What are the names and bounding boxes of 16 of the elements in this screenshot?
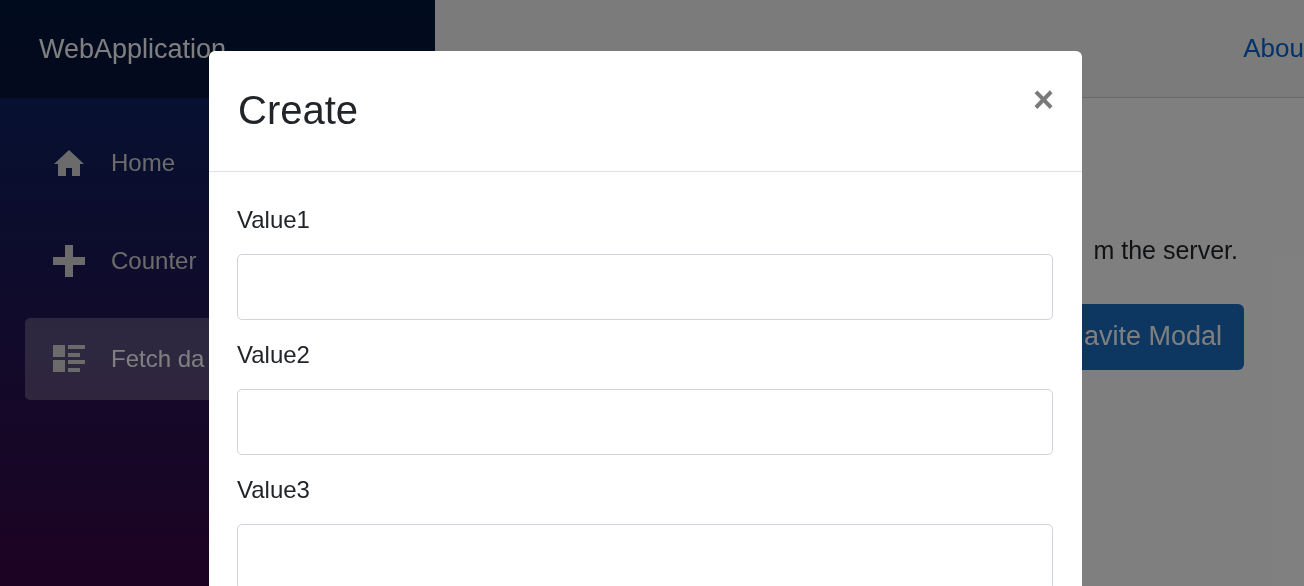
nav-item[interactable]: Counter (25, 220, 209, 302)
brand-title[interactable]: WebApplication (39, 28, 227, 70)
list-icon (53, 345, 85, 373)
home-icon (53, 149, 85, 177)
field-label: Value1 (237, 205, 311, 235)
close-button[interactable]: × (1032, 82, 1054, 118)
plus-icon (53, 245, 85, 277)
about-link[interactable]: Abou (1243, 29, 1304, 68)
modal-title: Create (238, 87, 359, 134)
intro-text: m the server. (1093, 235, 1238, 266)
nav-item[interactable]: Home (25, 122, 209, 204)
field-label: Value3 (237, 475, 311, 505)
field-label: Value2 (237, 340, 311, 370)
input-field[interactable] (237, 254, 1053, 320)
input-field[interactable] (237, 524, 1053, 586)
input-field[interactable] (237, 389, 1053, 455)
